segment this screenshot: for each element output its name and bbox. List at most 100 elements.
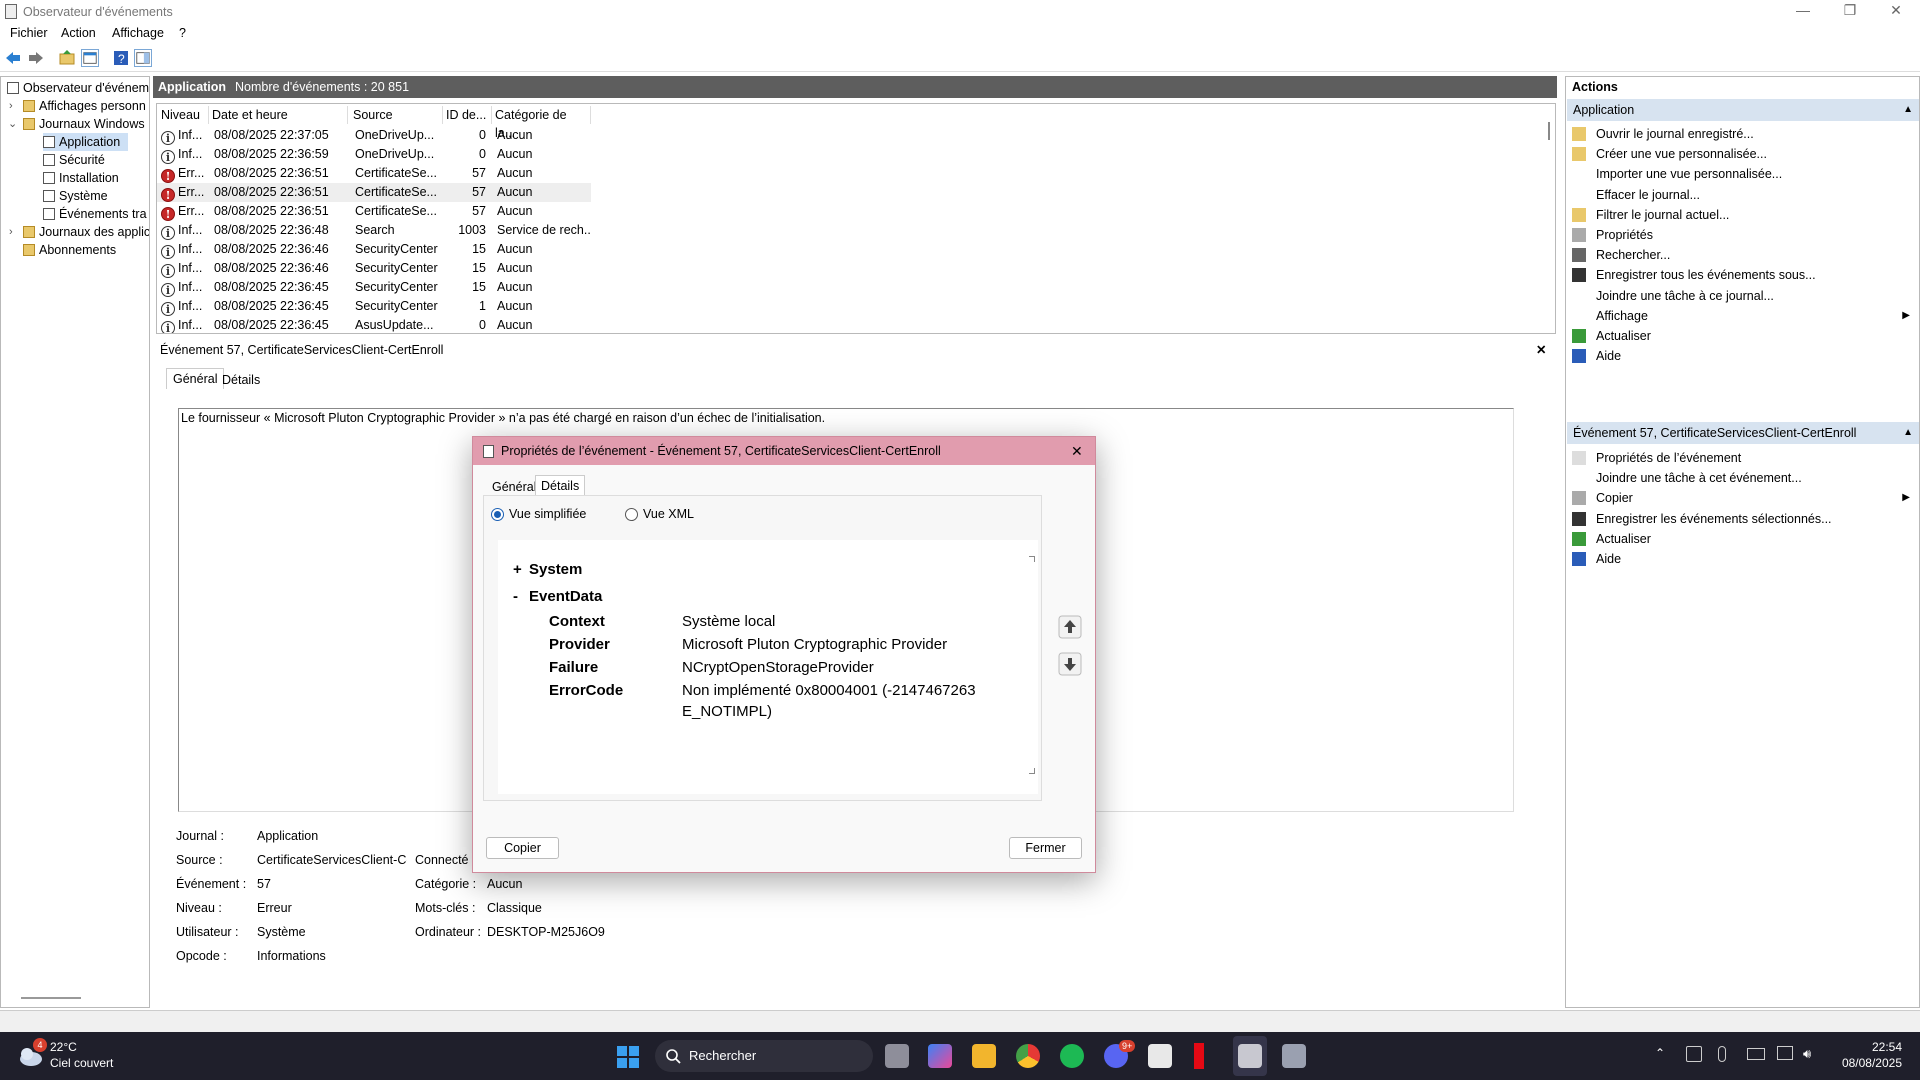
column-header-id[interactable]: ID de... bbox=[446, 106, 492, 124]
action-item[interactable]: Affichage ▶ bbox=[1566, 305, 1916, 327]
chevron-down-icon[interactable]: ⌄ bbox=[8, 115, 18, 133]
weather-temp[interactable]: 22°C bbox=[50, 1040, 77, 1054]
help-icon[interactable]: ? bbox=[112, 49, 130, 67]
column-header-level[interactable]: Niveau bbox=[161, 106, 209, 124]
detail-close-icon[interactable]: ✕ bbox=[1536, 341, 1546, 359]
column-header-category[interactable]: Catégorie de la... bbox=[495, 106, 591, 140]
action-item[interactable]: Aide bbox=[1566, 345, 1916, 367]
open-folder-icon[interactable] bbox=[58, 49, 76, 67]
copy-button[interactable]: Copier bbox=[486, 837, 559, 859]
table-row[interactable]: ! Err... 08/08/2025 22:36:51 CertificateSe.… bbox=[157, 164, 591, 183]
tree-scrollbar[interactable] bbox=[21, 997, 81, 999]
collapse-eventdata-icon[interactable]: - bbox=[513, 588, 518, 605]
weather-desc[interactable]: Ciel couvert bbox=[50, 1056, 113, 1070]
node-eventdata[interactable]: EventData bbox=[529, 588, 602, 605]
radio-xml-view-label[interactable]: Vue XML bbox=[643, 507, 694, 521]
action-item[interactable]: Copier ▶ bbox=[1566, 487, 1916, 509]
table-row[interactable]: i Inf... 08/08/2025 22:36:46 SecurityCenter… bbox=[157, 259, 591, 278]
minimize-button[interactable]: — bbox=[1781, 0, 1825, 23]
list-scrollbar[interactable] bbox=[1548, 122, 1550, 140]
action-item[interactable]: Enregistrer tous les événements sous... bbox=[1566, 264, 1916, 286]
tree-item-security[interactable]: Sécurité bbox=[43, 151, 105, 169]
tree-app-logs[interactable]: Journaux des applic bbox=[23, 223, 149, 241]
chrome-icon[interactable] bbox=[1016, 1044, 1040, 1068]
tree-item-forwarded-events[interactable]: Événements tra bbox=[43, 205, 149, 223]
tree-item-system[interactable]: Système bbox=[43, 187, 108, 205]
microsoft-365-icon[interactable] bbox=[928, 1044, 952, 1068]
tree-subscriptions[interactable]: Abonnements bbox=[23, 241, 116, 259]
taskbar-search[interactable]: Rechercher bbox=[655, 1040, 873, 1072]
action-item[interactable]: Actualiser bbox=[1566, 528, 1916, 550]
action-item[interactable]: Joindre une tâche à cet événement... bbox=[1566, 467, 1916, 489]
chevron-up-icon[interactable]: ⌃ bbox=[1655, 1046, 1665, 1060]
menu-help[interactable]: ? bbox=[179, 26, 186, 40]
action-item[interactable]: Filtrer le journal actuel... bbox=[1566, 204, 1916, 226]
collapse-icon[interactable]: ▲ bbox=[1903, 422, 1913, 444]
collapse-icon[interactable]: ▲ bbox=[1903, 99, 1913, 121]
resize-grip[interactable] bbox=[1029, 768, 1035, 774]
event-viewer-taskbar-icon[interactable] bbox=[1238, 1044, 1262, 1068]
previous-event-arrow-icon[interactable] bbox=[1058, 615, 1082, 639]
display-icon[interactable] bbox=[1777, 1046, 1793, 1060]
expand-system-icon[interactable]: + bbox=[513, 561, 522, 578]
column-header-date[interactable]: Date et heure bbox=[212, 106, 348, 124]
file-explorer-icon[interactable] bbox=[972, 1044, 996, 1068]
action-item[interactable]: Ouvrir le journal enregistré... bbox=[1566, 123, 1916, 145]
menu-affichage[interactable]: Affichage bbox=[112, 26, 164, 40]
radio-simple-view[interactable] bbox=[491, 508, 504, 521]
action-item[interactable]: Aide bbox=[1566, 548, 1916, 570]
dialog-tab-details[interactable]: Détails bbox=[535, 475, 586, 495]
actions-section-event[interactable]: Événement 57, CertificateServicesClient-… bbox=[1567, 422, 1919, 444]
back-arrow-icon[interactable] bbox=[4, 49, 22, 67]
action-pane-icon[interactable] bbox=[134, 49, 152, 67]
keyboard-icon[interactable] bbox=[1747, 1048, 1765, 1060]
forward-arrow-icon[interactable] bbox=[27, 49, 45, 67]
table-row[interactable]: i Inf... 08/08/2025 22:36:48 Search 1003 Serv… bbox=[157, 221, 591, 240]
table-row[interactable]: ! Err... 08/08/2025 22:36:51 CertificateSe.… bbox=[157, 202, 591, 221]
clock-time[interactable]: 22:54 bbox=[1862, 1040, 1902, 1054]
table-row[interactable]: i Inf... 08/08/2025 22:36:45 SecurityCenter… bbox=[157, 278, 591, 297]
radio-xml-view[interactable] bbox=[625, 508, 638, 521]
tree-item-installation[interactable]: Installation bbox=[43, 169, 119, 187]
table-row[interactable]: i Inf... 08/08/2025 22:36:59 OneDriveUp... 0… bbox=[157, 145, 591, 164]
network-icon[interactable] bbox=[1686, 1046, 1702, 1062]
console-tree-icon[interactable] bbox=[81, 49, 99, 67]
table-row[interactable]: ! Err... 08/08/2025 22:36:51 CertificateSe.… bbox=[157, 183, 591, 202]
action-item[interactable]: Créer une vue personnalisée... bbox=[1566, 143, 1916, 165]
netflix-icon[interactable] bbox=[1194, 1043, 1204, 1069]
chevron-right-icon[interactable]: › bbox=[9, 223, 19, 241]
task-view-icon[interactable] bbox=[885, 1044, 909, 1068]
tree-windows-logs[interactable]: Journaux Windows bbox=[23, 115, 145, 133]
action-item[interactable]: Propriétés de l’événement bbox=[1566, 447, 1916, 469]
computer-management-icon[interactable] bbox=[1282, 1044, 1306, 1068]
actions-section-application[interactable]: Application ▲ bbox=[1567, 99, 1919, 121]
column-header-source[interactable]: Source bbox=[353, 106, 443, 124]
close-dialog-button[interactable]: Fermer bbox=[1009, 837, 1082, 859]
action-item[interactable]: Actualiser bbox=[1566, 325, 1916, 347]
snipping-tool-icon[interactable] bbox=[1148, 1044, 1172, 1068]
tree-root[interactable]: Observateur d'événem bbox=[7, 79, 149, 97]
dialog-tab-general[interactable]: Général bbox=[487, 477, 541, 497]
tree-custom-views[interactable]: Affichages personn bbox=[23, 97, 146, 115]
radio-simple-view-label[interactable]: Vue simplifiée bbox=[509, 507, 586, 521]
action-item[interactable]: Importer une vue personnalisée... bbox=[1566, 163, 1916, 185]
table-row[interactable]: i Inf... 08/08/2025 22:36:46 SecurityCenter… bbox=[157, 240, 591, 259]
spotify-icon[interactable] bbox=[1060, 1044, 1084, 1068]
action-item[interactable]: Propriétés bbox=[1566, 224, 1916, 246]
table-row[interactable]: i Inf... 08/08/2025 22:36:45 SecurityCenter… bbox=[157, 297, 591, 316]
action-item[interactable]: Enregistrer les événements sélectionnés.… bbox=[1566, 508, 1916, 530]
tree-item-application[interactable]: Application bbox=[43, 133, 129, 151]
action-item[interactable]: Effacer le journal... bbox=[1566, 184, 1916, 206]
node-system[interactable]: System bbox=[529, 561, 582, 578]
close-button[interactable]: ✕ bbox=[1874, 0, 1918, 23]
microphone-icon[interactable] bbox=[1718, 1046, 1726, 1062]
dialog-close-icon[interactable]: ✕ bbox=[1071, 437, 1083, 465]
volume-icon[interactable]: 🔊︎ bbox=[1803, 1046, 1811, 1062]
menu-fichier[interactable]: Fichier bbox=[10, 26, 48, 40]
maximize-button[interactable]: ❐ bbox=[1828, 0, 1872, 23]
next-event-arrow-icon[interactable] bbox=[1058, 652, 1082, 676]
chevron-right-icon[interactable]: › bbox=[9, 97, 19, 115]
tab-details[interactable]: Détails bbox=[216, 370, 266, 391]
clock-date[interactable]: 08/08/2025 bbox=[1838, 1056, 1902, 1070]
action-item[interactable]: Rechercher... bbox=[1566, 244, 1916, 266]
